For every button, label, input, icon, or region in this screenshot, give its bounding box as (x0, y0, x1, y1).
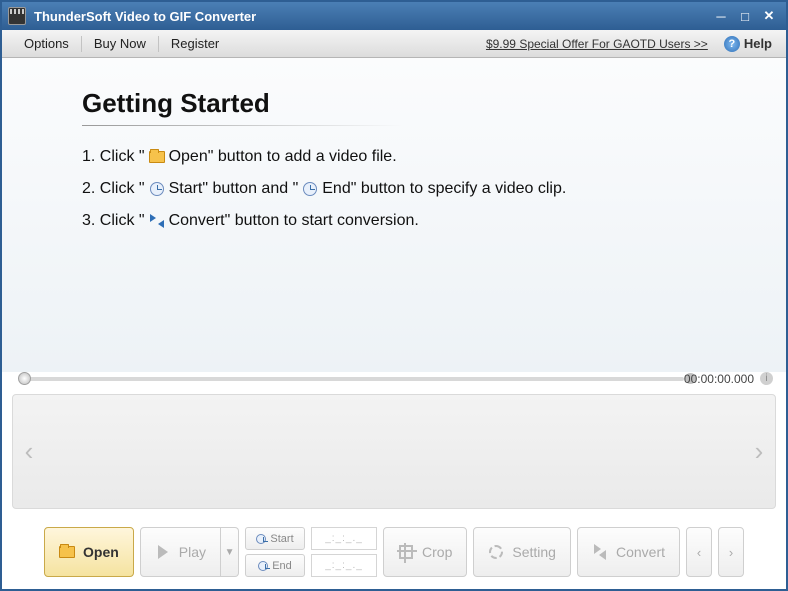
convert-icon (592, 544, 608, 560)
strip-prev-button[interactable]: ‹ (19, 434, 39, 470)
start-button[interactable]: Start (245, 527, 305, 550)
end-time-input[interactable]: _:_:_._ (311, 554, 377, 577)
page-title: Getting Started (82, 88, 786, 119)
main-area: Getting Started 1. Click " Open" button … (2, 58, 786, 372)
step-3: 3. Click " Convert" button to start conv… (82, 212, 786, 230)
folder-icon (59, 544, 75, 560)
timeline-track[interactable] (24, 377, 684, 381)
step-2: 2. Click " Start" button and " End" butt… (82, 180, 786, 198)
info-icon[interactable]: i (760, 372, 773, 385)
timeline-timecode: 00:00:00.000 (684, 372, 754, 386)
convert-button-label: Convert (616, 544, 665, 560)
menu-buynow[interactable]: Buy Now (82, 36, 158, 51)
clock-end-icon (258, 561, 268, 571)
convert-button[interactable]: Convert (577, 527, 680, 577)
heading-divider (82, 125, 402, 126)
app-icon (8, 7, 26, 25)
crop-icon (398, 544, 414, 560)
setting-button[interactable]: Setting (473, 527, 571, 577)
crop-button-label: Crop (422, 544, 452, 560)
next-button[interactable]: › (718, 527, 744, 577)
gear-icon (488, 544, 504, 560)
play-button-label: Play (179, 544, 206, 560)
convert-icon (149, 213, 165, 229)
timeline-thumb[interactable] (18, 372, 31, 385)
setting-button-label: Setting (512, 544, 556, 560)
open-button-label: Open (83, 544, 119, 560)
start-time-input[interactable]: _:_:_._ (311, 527, 377, 550)
special-offer-link[interactable]: $9.99 Special Offer For GAOTD Users >> (486, 37, 708, 51)
play-button[interactable]: Play (140, 527, 221, 577)
maximize-button[interactable]: □ (734, 7, 756, 25)
open-button[interactable]: Open (44, 527, 134, 577)
prev-button[interactable]: ‹ (686, 527, 712, 577)
menu-options[interactable]: Options (12, 36, 81, 51)
menu-register[interactable]: Register (159, 36, 231, 51)
clock-start-icon (149, 181, 165, 197)
end-button[interactable]: End (245, 554, 305, 577)
play-dropdown-button[interactable]: ▼ (221, 527, 239, 577)
crop-button[interactable]: Crop (383, 527, 467, 577)
minimize-button[interactable]: ─ (710, 7, 732, 25)
thumbnail-strip: ‹ › (12, 394, 776, 509)
close-button[interactable]: ✕ (758, 7, 780, 25)
menubar: Options Buy Now Register $9.99 Special O… (2, 30, 786, 58)
time-inputs-column: _:_:_._ _:_:_._ (311, 527, 377, 577)
clock-start-icon (256, 534, 266, 544)
titlebar: ThunderSoft Video to GIF Converter ─ □ ✕ (2, 2, 786, 30)
start-end-column: Start End (245, 527, 305, 577)
step-1: 1. Click " Open" button to add a video f… (82, 148, 786, 166)
clock-end-icon (302, 181, 318, 197)
toolbar: Open Play ▼ Start End _:_:_._ _:_:_._ Cr… (12, 521, 776, 583)
timeline: 00:00:00.000 i (12, 372, 776, 386)
help-icon[interactable]: ? (724, 36, 740, 52)
help-link[interactable]: Help (744, 36, 776, 51)
app-window: ThunderSoft Video to GIF Converter ─ □ ✕… (0, 0, 788, 591)
strip-next-button[interactable]: › (749, 434, 769, 470)
play-icon (155, 544, 171, 560)
window-title: ThunderSoft Video to GIF Converter (34, 9, 708, 24)
folder-icon (149, 149, 165, 165)
